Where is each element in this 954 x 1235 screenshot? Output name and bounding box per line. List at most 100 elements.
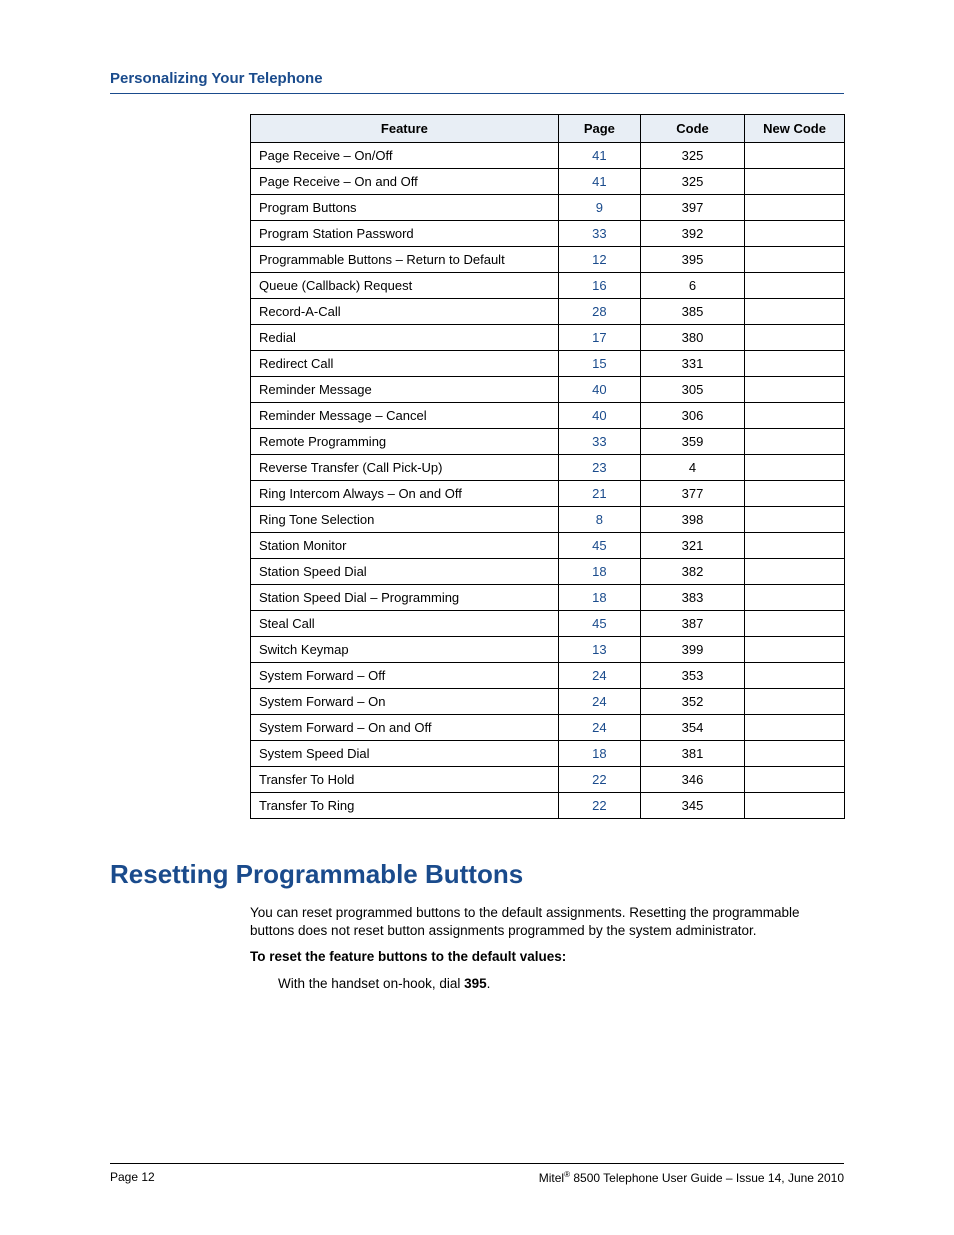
cell-code: 395: [640, 247, 744, 273]
cell-feature: Reminder Message: [251, 377, 559, 403]
cell-page-link[interactable]: 8: [558, 507, 640, 533]
cell-page-link[interactable]: 13: [558, 637, 640, 663]
cell-page-link[interactable]: 9: [558, 195, 640, 221]
cell-new-code: [745, 637, 845, 663]
cell-code: 380: [640, 325, 744, 351]
cell-page-link[interactable]: 40: [558, 403, 640, 429]
cell-new-code: [745, 481, 845, 507]
cell-new-code: [745, 195, 845, 221]
cell-feature: Transfer To Ring: [251, 793, 559, 819]
cell-feature: Switch Keymap: [251, 637, 559, 663]
cell-page-link[interactable]: 23: [558, 455, 640, 481]
cell-feature: Page Receive – On and Off: [251, 169, 559, 195]
cell-new-code: [745, 507, 845, 533]
table-row: Record-A-Call28385: [251, 299, 845, 325]
cell-new-code: [745, 221, 845, 247]
cell-code: 345: [640, 793, 744, 819]
cell-feature: Remote Programming: [251, 429, 559, 455]
cell-code: 6: [640, 273, 744, 299]
section-paragraph: You can reset programmed buttons to the …: [250, 904, 844, 940]
cell-page-link[interactable]: 22: [558, 767, 640, 793]
cell-page-link[interactable]: 33: [558, 429, 640, 455]
table-row: Page Receive – On/Off41325: [251, 143, 845, 169]
cell-new-code: [745, 767, 845, 793]
table-row: Reminder Message – Cancel40306: [251, 403, 845, 429]
cell-code: 331: [640, 351, 744, 377]
footer-doc-title: Mitel® 8500 Telephone User Guide – Issue…: [539, 1170, 844, 1185]
cell-page-link[interactable]: 40: [558, 377, 640, 403]
cell-page-link[interactable]: 21: [558, 481, 640, 507]
cell-new-code: [745, 325, 845, 351]
cell-new-code: [745, 715, 845, 741]
cell-new-code: [745, 299, 845, 325]
cell-code: 325: [640, 169, 744, 195]
cell-code: 359: [640, 429, 744, 455]
cell-page-link[interactable]: 33: [558, 221, 640, 247]
cell-feature: Ring Tone Selection: [251, 507, 559, 533]
table-row: System Forward – On and Off24354: [251, 715, 845, 741]
cell-page-link[interactable]: 24: [558, 715, 640, 741]
cell-feature: System Speed Dial: [251, 741, 559, 767]
cell-page-link[interactable]: 12: [558, 247, 640, 273]
cell-page-link[interactable]: 24: [558, 689, 640, 715]
cell-page-link[interactable]: 18: [558, 741, 640, 767]
cell-page-link[interactable]: 16: [558, 273, 640, 299]
cell-feature: Record-A-Call: [251, 299, 559, 325]
table-row: Page Receive – On and Off41325: [251, 169, 845, 195]
cell-new-code: [745, 533, 845, 559]
cell-new-code: [745, 351, 845, 377]
cell-code: 392: [640, 221, 744, 247]
cell-new-code: [745, 403, 845, 429]
cell-page-link[interactable]: 15: [558, 351, 640, 377]
table-row: Remote Programming33359: [251, 429, 845, 455]
cell-page-link[interactable]: 28: [558, 299, 640, 325]
cell-new-code: [745, 663, 845, 689]
cell-new-code: [745, 273, 845, 299]
cell-code: 383: [640, 585, 744, 611]
table-row: Program Buttons9397: [251, 195, 845, 221]
cell-feature: Reverse Transfer (Call Pick-Up): [251, 455, 559, 481]
cell-feature: Reminder Message – Cancel: [251, 403, 559, 429]
cell-new-code: [745, 169, 845, 195]
cell-code: 377: [640, 481, 744, 507]
table-row: Redial17380: [251, 325, 845, 351]
cell-new-code: [745, 793, 845, 819]
cell-page-link[interactable]: 18: [558, 585, 640, 611]
cell-code: 354: [640, 715, 744, 741]
cell-page-link[interactable]: 41: [558, 169, 640, 195]
cell-feature: Redirect Call: [251, 351, 559, 377]
table-row: System Forward – Off24353: [251, 663, 845, 689]
cell-page-link[interactable]: 45: [558, 533, 640, 559]
cell-code: 399: [640, 637, 744, 663]
cell-new-code: [745, 559, 845, 585]
footer-page-number: Page 12: [110, 1170, 155, 1185]
instruction-step: With the handset on-hook, dial 395.: [278, 975, 844, 993]
cell-feature: Transfer To Hold: [251, 767, 559, 793]
cell-code: 397: [640, 195, 744, 221]
col-code: Code: [640, 115, 744, 143]
table-row: System Speed Dial18381: [251, 741, 845, 767]
col-newcode: New Code: [745, 115, 845, 143]
cell-feature: Programmable Buttons – Return to Default: [251, 247, 559, 273]
cell-page-link[interactable]: 18: [558, 559, 640, 585]
cell-page-link[interactable]: 24: [558, 663, 640, 689]
instruction-label: To reset the feature buttons to the defa…: [250, 948, 844, 966]
cell-new-code: [745, 689, 845, 715]
cell-page-link[interactable]: 17: [558, 325, 640, 351]
chapter-header: Personalizing Your Telephone: [110, 70, 844, 94]
cell-new-code: [745, 741, 845, 767]
cell-page-link[interactable]: 45: [558, 611, 640, 637]
cell-feature: Station Speed Dial: [251, 559, 559, 585]
cell-feature: Ring Intercom Always – On and Off: [251, 481, 559, 507]
table-row: Station Speed Dial18382: [251, 559, 845, 585]
cell-feature: Queue (Callback) Request: [251, 273, 559, 299]
cell-feature: System Forward – On and Off: [251, 715, 559, 741]
table-row: Reminder Message40305: [251, 377, 845, 403]
cell-page-link[interactable]: 41: [558, 143, 640, 169]
cell-code: 353: [640, 663, 744, 689]
cell-code: 387: [640, 611, 744, 637]
cell-feature: System Forward – Off: [251, 663, 559, 689]
cell-feature: Redial: [251, 325, 559, 351]
cell-feature: Station Monitor: [251, 533, 559, 559]
cell-page-link[interactable]: 22: [558, 793, 640, 819]
